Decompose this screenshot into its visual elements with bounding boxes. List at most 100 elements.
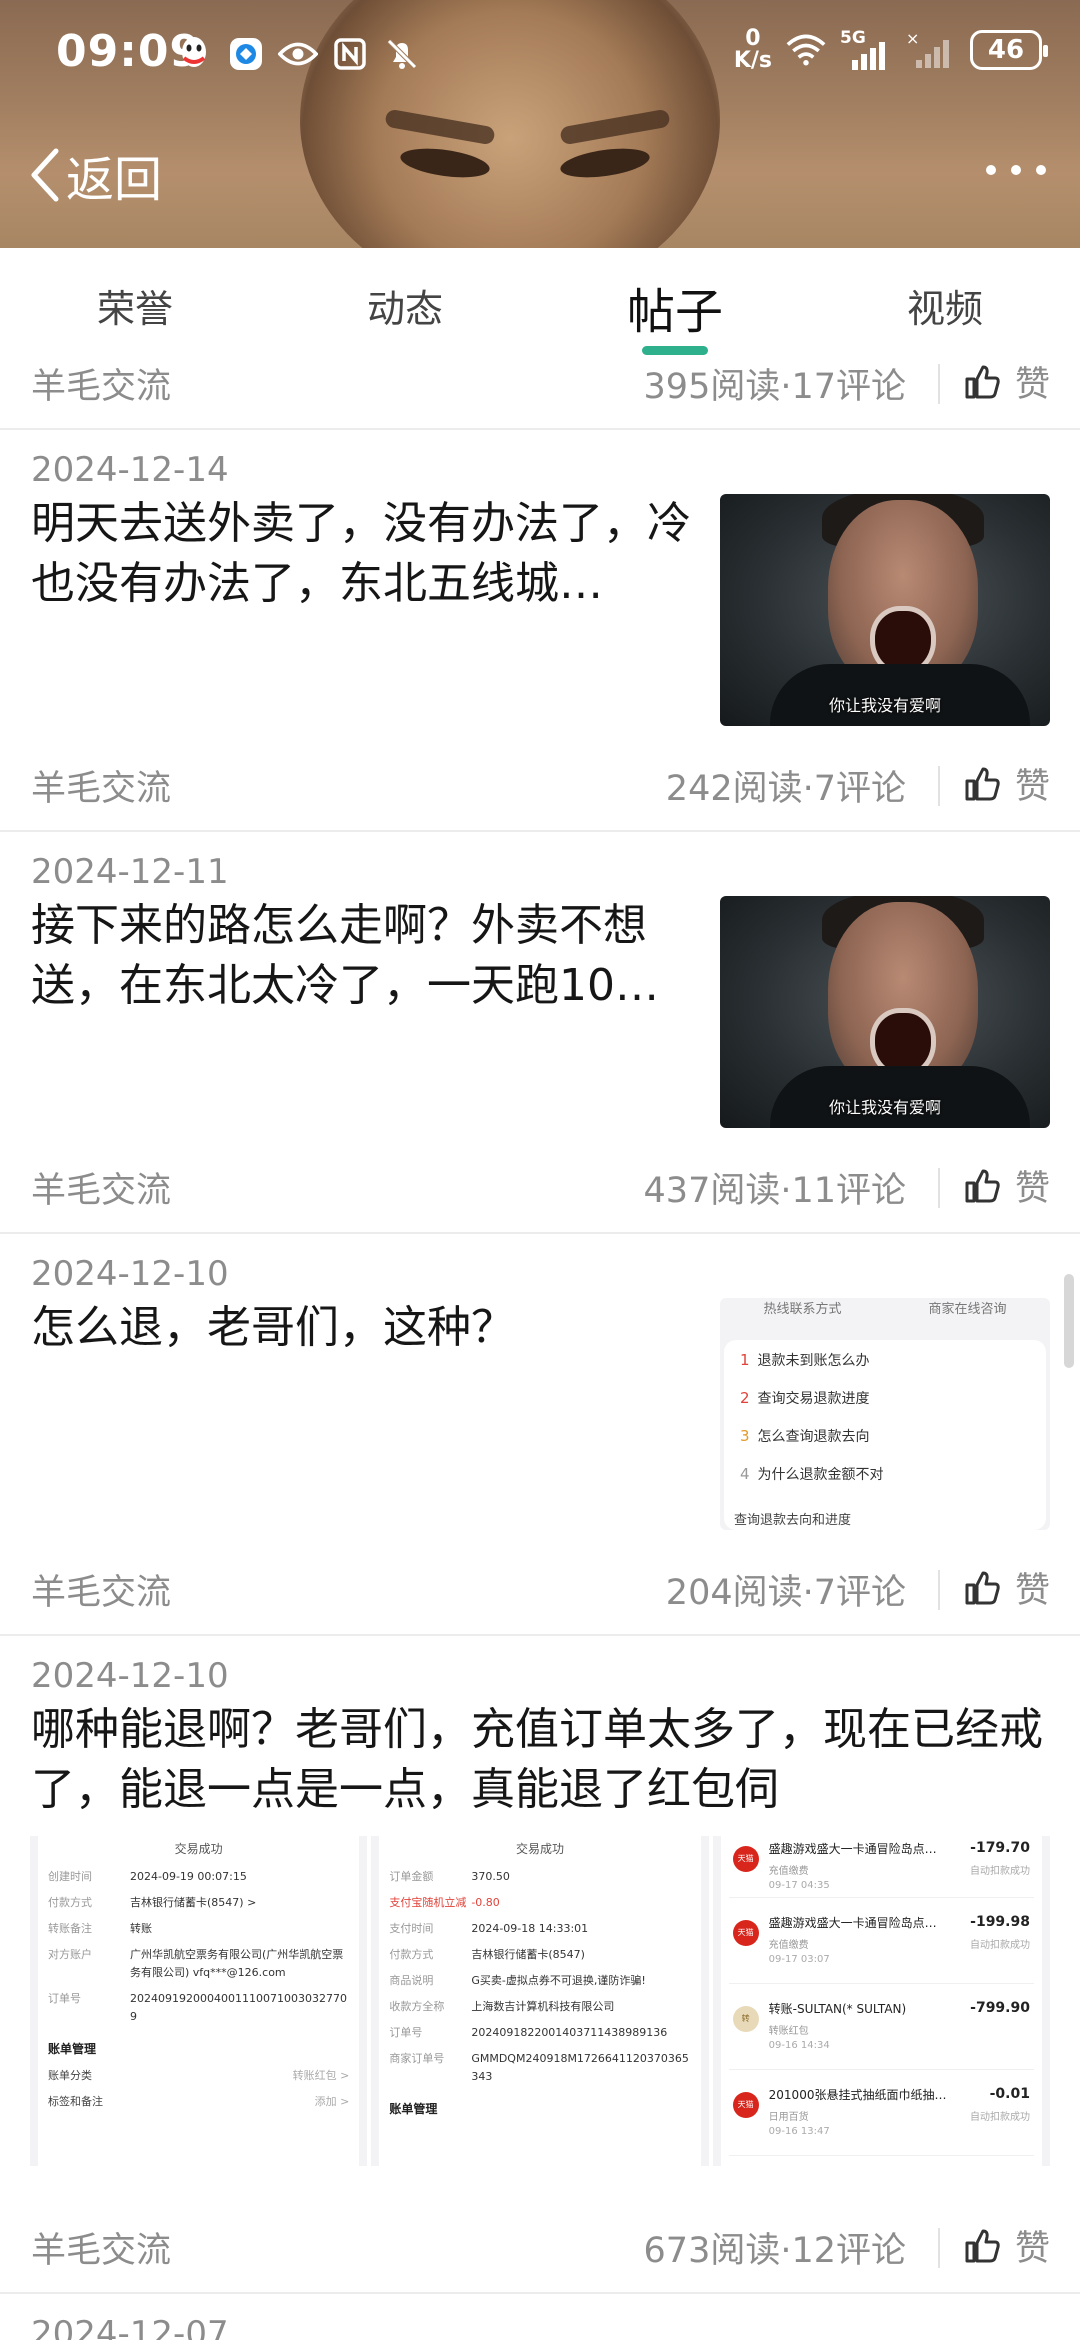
post-thumbnail[interactable]: 你让我没有爱啊 <box>720 896 1050 1128</box>
merchant-badge: 天猫 <box>732 1920 759 1946</box>
receipt-field: 收款方全称 上海数吉计算机科技有限公司 <box>389 1998 690 2016</box>
post-category-tag[interactable]: 羊毛交流 <box>31 358 171 409</box>
thumb-row: 1 退款未到账怎么办 <box>740 1350 870 1370</box>
scrollbar[interactable] <box>1064 1274 1074 1368</box>
post-category-tag[interactable]: 羊毛交流 <box>31 2222 171 2273</box>
post-card[interactable]: 2024-12-11 接下来的路怎么走啊？外卖不想送，在东北太冷了，一天跑10…… <box>0 832 1080 1232</box>
post-title[interactable]: 明天去送外卖了，没有办法了，冷也没有办法了，东北五线城… <box>31 494 711 614</box>
receipt-image[interactable]: 天猫 盛趣游戏盛大一卡通冒险岛点… 充值缴费 09-17 04:35 -179.… <box>708 1836 1050 2166</box>
signal-bars-icon <box>852 42 885 70</box>
post-date: 2024-12-11 <box>31 852 229 892</box>
post-meta: 羊毛交流 673阅读·12评论 赞 <box>0 2212 1080 2292</box>
post-card[interactable]: 2024-12-10 哪种能退啊？老哥们，充值订单太多了，现在已经戒了，能退一点… <box>0 1636 1080 2292</box>
like-button[interactable]: 赞 <box>963 1160 1050 1211</box>
transaction-amount: -799.90 <box>970 2000 1030 2016</box>
post-category-tag[interactable]: 羊毛交流 <box>31 1564 171 1615</box>
tab-honor[interactable]: 荣誉 <box>0 248 270 348</box>
back-button[interactable]: 返回 <box>26 140 162 210</box>
post-thumbnail[interactable]: 热线联系方式 商家在线咨询 1 退款未到账怎么办 2 查询交易退款进度 3 怎么查询退… <box>720 1298 1050 1530</box>
transaction-row: 转 转账-SULTAN(* SULTAN) 转账红包 09-16 14:34 -… <box>728 1984 1034 2070</box>
back-label: 返回 <box>66 152 163 208</box>
network-speed: 0 K/s <box>734 28 772 72</box>
like-label: 赞 <box>1014 1169 1050 1209</box>
receipt-value: 转账红包 > <box>292 2069 350 2082</box>
like-label: 赞 <box>1014 365 1050 405</box>
transaction-amount: -0.01 <box>989 2086 1030 2102</box>
receipt-field: 订单号 2024091822001403711438989136 <box>389 2024 690 2042</box>
post-image-grid[interactable]: 交易成功 创建时间 2024-09-19 00:07:15 付款方式 吉林银行储蓄卡… <box>30 1836 1050 2166</box>
receipt-status: 交易成功 <box>174 1842 223 1856</box>
merchant-badge: 天猫 <box>732 1846 759 1872</box>
network-speed-value: 0 <box>745 26 761 51</box>
tab-posts[interactable]: 帖子 <box>540 248 810 355</box>
battery-indicator: 46 <box>970 30 1048 70</box>
receipt-key: 付款方式 <box>389 1948 434 1961</box>
receipt-field: 转账备注 转账 <box>48 1920 349 1938</box>
divider <box>938 1168 940 1208</box>
post-feed: 羊毛交流 395阅读·17评论 赞 2024-12-14 明天去送外卖了，没有办… <box>0 348 1080 2340</box>
thumb-text: 查询退款去向和进度 <box>734 1513 852 1528</box>
post-stats: 395阅读·17评论 <box>643 367 906 407</box>
transaction-date: 09-16 14:34 <box>768 2040 830 2051</box>
thumb-index: 3 <box>740 1427 750 1445</box>
thumbs-up-icon <box>965 2229 1000 2262</box>
transaction-category: 日用百货 <box>768 2112 809 2123</box>
post-category-tag[interactable]: 羊毛交流 <box>31 760 171 811</box>
receipt-panel: 天猫 盛趣游戏盛大一卡通冒险岛点… 充值缴费 09-17 04:35 -179.… <box>720 1836 1042 2166</box>
like-button[interactable]: 赞 <box>963 356 1050 407</box>
transaction-name: 盛趣游戏盛大一卡通冒险岛点… <box>768 1842 937 1856</box>
post-date: 2024-12-10 <box>31 1254 229 1294</box>
dot-icon <box>1036 165 1046 175</box>
post-card[interactable]: 2024-12-10 怎么退，老哥们，这种？ 热线联系方式 商家在线咨询 1 退款… <box>0 1234 1080 1634</box>
receipt-image[interactable]: 交易成功 订单金额 370.50 支付宝随机立减 -0.80 支付时间 2024-09… <box>367 1836 709 2166</box>
thumb-card: 1 退款未到账怎么办 2 查询交易退款进度 3 怎么查询退款去向 4 为什么退款金额不对 <box>724 1340 1046 1530</box>
receipt-image[interactable]: 交易成功 创建时间 2024-09-19 00:07:15 付款方式 吉林银行储蓄卡… <box>30 1836 368 2166</box>
post-meta: 羊毛交流 242阅读·7评论 赞 <box>0 750 1080 830</box>
post-title[interactable]: 接下来的路怎么走啊？外卖不想送，在东北太冷了，一天跑10… <box>31 896 711 1016</box>
receipt-value: 转账 <box>130 1922 152 1935</box>
receipt-key: 商家订单号 <box>389 2052 445 2065</box>
like-button[interactable]: 赞 <box>963 2220 1050 2271</box>
post-thumbnail[interactable]: 你让我没有爱啊 <box>720 494 1050 726</box>
post-title[interactable]: 哪种能退啊？老哥们，充值订单太多了，现在已经戒了，能退一点是一点，真能退了红包伺 <box>31 1700 1051 1820</box>
receipt-status: 交易成功 <box>515 1842 564 1856</box>
receipt-field: 对方账户 广州华凯航空票务有限公司(广州华凯航空票务有限公司) vfq***@12… <box>48 1946 349 1982</box>
divider <box>938 1570 940 1610</box>
receipt-key: 支付宝随机立减 <box>389 1896 467 1909</box>
transaction-amount: -199.98 <box>970 1914 1030 1930</box>
transaction-status: 自动扣款成功 <box>969 2112 1030 2123</box>
thumb-header: 热线联系方式 商家在线咨询 <box>720 1298 1050 1328</box>
post-date: 2024-12-14 <box>31 450 229 490</box>
post-title[interactable]: 怎么退，老哥们，这种？ <box>31 1298 711 1418</box>
like-button[interactable]: 赞 <box>963 1562 1050 1613</box>
receipt-field: 付款方式 吉林银行储蓄卡(8547) <box>389 1946 690 1964</box>
post-category-tag[interactable]: 羊毛交流 <box>31 1162 171 1213</box>
tab-videos[interactable]: 视频 <box>810 248 1080 348</box>
merchant-badge: 转 <box>732 2006 759 2032</box>
receipt-value: 20240919200040011100710030327709 <box>130 1992 347 2023</box>
receipt-value: 370.50 <box>471 1870 510 1883</box>
more-options-button[interactable] <box>986 150 1046 190</box>
post-stats: 204阅读·7评论 <box>665 1573 906 1613</box>
thumb-text: 查询交易退款进度 <box>757 1391 870 1407</box>
receipt-value: GMMDQM240918M1726641120370365343 <box>471 2052 689 2083</box>
post-date: 2024-12-07 <box>31 2314 229 2340</box>
transaction-row: 天猫 盛趣游戏盛大一卡通冒险岛点… 充值缴费 09-17 03:07 -199.… <box>728 1898 1034 1984</box>
post-card[interactable]: 2024-12-14 明天去送外卖了，没有办法了，冷也没有办法了，东北五线城… … <box>0 430 1080 830</box>
nfc-icon <box>330 34 370 74</box>
receipt-value: 上海数吉计算机科技有限公司 <box>471 2000 615 2013</box>
thumb-text: 怎么查询退款去向 <box>757 1429 870 1445</box>
thumb-index: 2 <box>740 1389 750 1407</box>
post-meta: 羊毛交流 204阅读·7评论 赞 <box>0 1554 1080 1634</box>
qq-icon <box>174 34 214 74</box>
receipt-key: 转账备注 <box>48 1922 92 1935</box>
receipt-value: 2024-09-18 14:33:01 <box>471 1922 589 1935</box>
thumbs-up-icon <box>965 365 1000 398</box>
receipt-panel: 交易成功 创建时间 2024-09-19 00:07:15 付款方式 吉林银行储蓄卡… <box>38 1836 360 2166</box>
like-button[interactable]: 赞 <box>963 758 1050 809</box>
top-nav: 返回 <box>0 130 1080 220</box>
transaction-category: 充值缴费 <box>768 1866 809 1877</box>
thumb-row: 2 查询交易退款进度 <box>740 1388 870 1408</box>
post-card[interactable]: 2024-12-07 <box>0 2294 1080 2340</box>
tab-activity[interactable]: 动态 <box>270 248 540 348</box>
